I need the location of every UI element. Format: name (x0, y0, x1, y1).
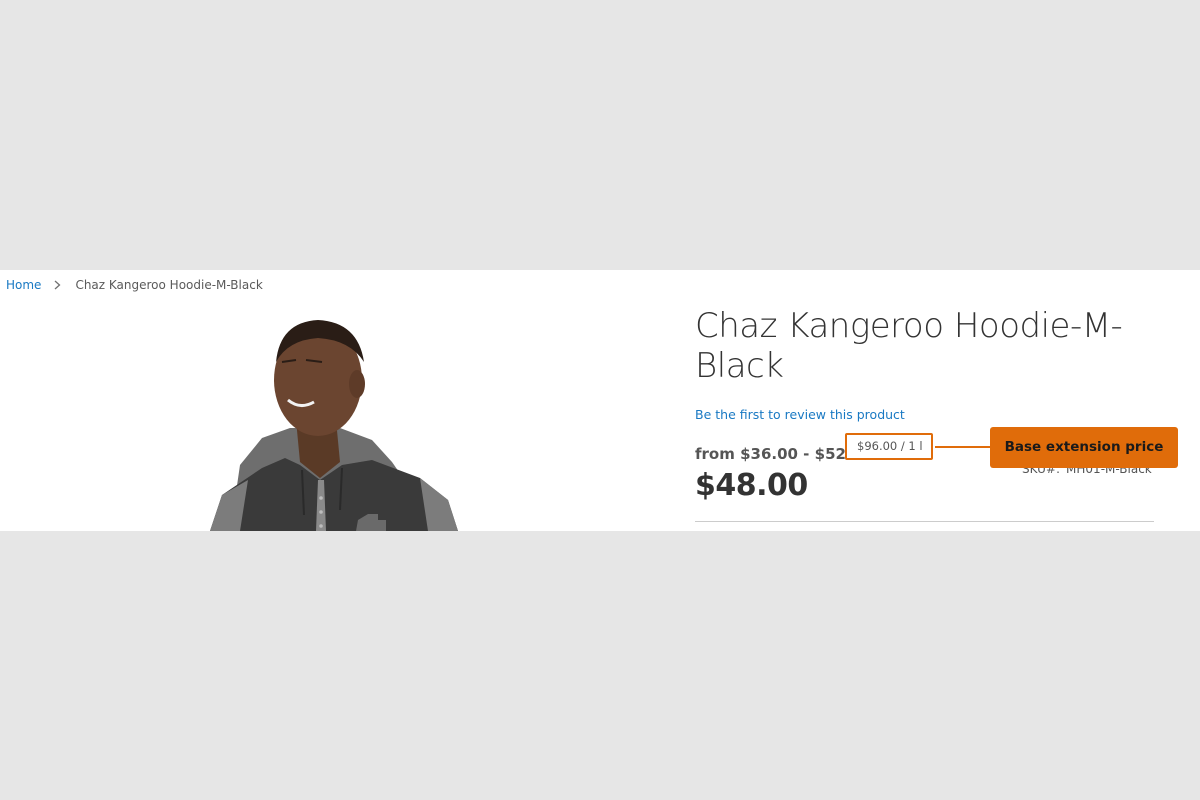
extension-price-highlight: $96.00 / 1 l (845, 433, 933, 460)
breadcrumb: Home Chaz Kangeroo Hoodie-M-Black (6, 277, 263, 293)
page: Home Chaz Kangeroo Hoodie-M-Black Chaz K… (0, 0, 1200, 800)
product-title: Chaz Kangeroo Hoodie-M-Black (695, 306, 1123, 386)
review-link[interactable]: Be the first to review this product (695, 407, 905, 422)
breadcrumb-home-link[interactable]: Home (6, 278, 41, 292)
product-image[interactable] (0, 300, 660, 531)
divider (695, 521, 1154, 522)
chevron-right-icon (55, 280, 61, 290)
callout-connector (935, 446, 991, 448)
breadcrumb-current: Chaz Kangeroo Hoodie-M-Black (75, 278, 263, 292)
product-page-screenshot: Home Chaz Kangeroo Hoodie-M-Black Chaz K… (0, 270, 1200, 531)
product-price: $48.00 (695, 468, 808, 503)
hoodie-model-photo (210, 320, 458, 531)
callout-label: Base extension price (990, 427, 1178, 468)
